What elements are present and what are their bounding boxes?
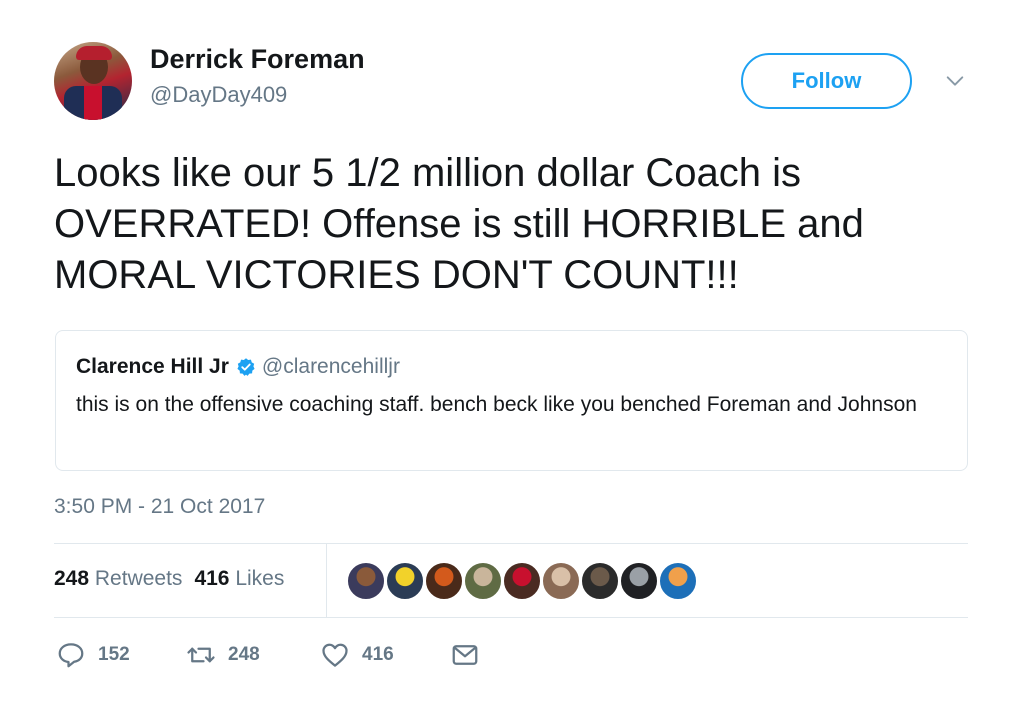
follow-button[interactable]: Follow [741,53,912,109]
like-button[interactable]: 416 [320,640,394,670]
retweet-icon [187,647,215,663]
quoted-author-name: Clarence Hill Jr [76,355,229,378]
envelope-icon [452,645,478,665]
verified-badge-icon [237,358,255,376]
author-handle[interactable]: @DayDay409 [150,82,287,108]
reply-icon [58,643,84,668]
divider [54,543,968,544]
liker-avatars [346,561,698,601]
likes-stat[interactable]: 416 Likes [194,567,284,590]
divider [326,543,327,617]
liker-avatar[interactable] [346,561,386,601]
liker-avatar[interactable] [463,561,503,601]
like-count: 416 [362,644,394,665]
quoted-tweet[interactable]: Clarence Hill Jr @clarencehilljr this is… [55,330,968,471]
reply-button[interactable]: 152 [56,640,130,670]
liker-avatar[interactable] [424,561,464,601]
tweet-text: Looks like our 5 1/2 million dollar Coac… [54,151,864,297]
divider [54,617,968,618]
retweets-stat[interactable]: 248 Retweets [54,567,182,590]
chevron-down-icon[interactable] [944,70,966,92]
avatar[interactable] [54,42,132,120]
liker-avatar[interactable] [541,561,581,601]
liker-avatar[interactable] [502,561,542,601]
quoted-author-handle: @clarencehilljr [261,355,400,378]
liker-avatar[interactable] [619,561,659,601]
liker-avatar[interactable] [580,561,620,601]
tweet-timestamp[interactable]: 3:50 PM - 21 Oct 2017 [54,495,265,519]
retweet-count: 248 [228,644,260,665]
quoted-tweet-text: this is on the offensive coaching staff.… [76,393,917,416]
quoted-tweet-header: Clarence Hill Jr @clarencehilljr [76,355,400,379]
retweet-button[interactable]: 248 [186,640,260,670]
liker-avatar[interactable] [658,561,698,601]
liker-avatar[interactable] [385,561,425,601]
direct-message-button[interactable] [450,640,480,670]
reply-count: 152 [98,644,130,665]
author-name[interactable]: Derrick Foreman [150,44,365,75]
tweet-stats: 248 Retweets 416 Likes [54,567,284,591]
heart-icon [322,643,348,667]
